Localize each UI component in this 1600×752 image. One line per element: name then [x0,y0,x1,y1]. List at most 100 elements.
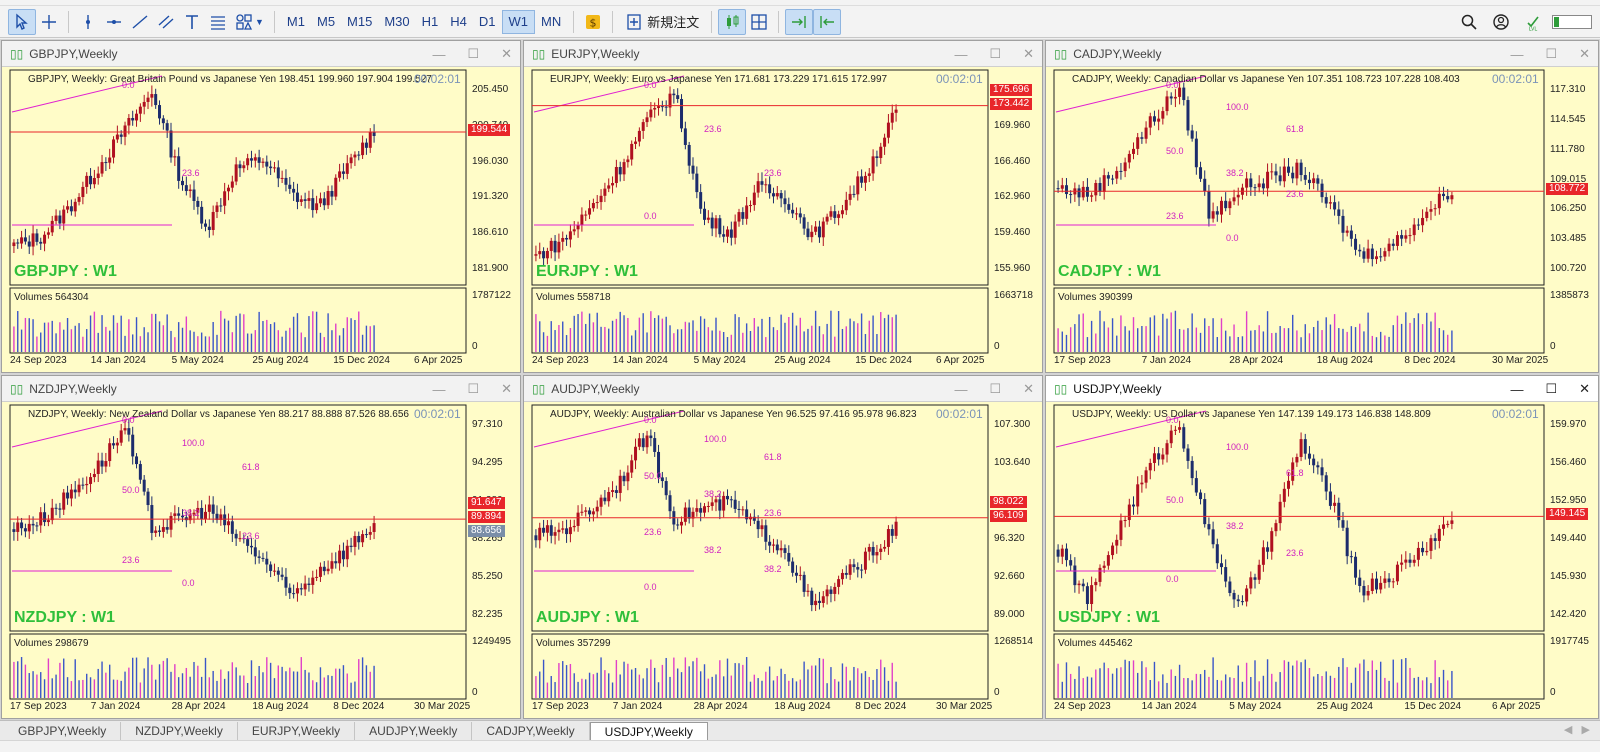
candle-body [714,218,718,229]
shapes-tool-icon[interactable]: ▼ [231,9,268,35]
candle-body [1328,491,1332,506]
fibonacci-tool-icon[interactable] [205,9,231,35]
vertical-line-tool-icon[interactable] [75,9,101,35]
window-title-bar[interactable]: ▯▯ AUDJPY,Weekly — ☐ ✕ [524,376,1042,402]
tile-windows-icon[interactable] [746,9,772,35]
candle-body [879,548,883,552]
window-title-bar[interactable]: ▯▯ GBPJPY,Weekly — ☐ ✕ [2,41,520,67]
tab-gbpjpy[interactable]: GBPJPY,Weekly [4,722,122,740]
candle-body [349,157,353,164]
minimize-icon[interactable]: — [432,382,445,397]
maximize-icon[interactable]: ☐ [989,46,1001,62]
timeframe-mn[interactable]: MN [535,10,567,34]
timeframe-m15[interactable]: M15 [341,10,378,34]
cursor-tool-icon[interactable] [8,8,36,35]
text-tool-icon[interactable] [179,9,205,35]
volume-axis-min: 0 [1550,341,1556,352]
timeframe-m5[interactable]: M5 [311,10,341,34]
minimize-icon[interactable]: — [1510,382,1523,397]
chart-window-cadjpy[interactable]: ▯▯ CADJPY,Weekly — ☐ ✕ CADJPY, Weekly: Canadi… [1045,40,1599,373]
candle-body [634,141,638,144]
candle-body [292,188,296,193]
candle-body [234,164,238,182]
candle-body [1362,585,1366,596]
timeframe-w1[interactable]: W1 [501,9,536,34]
maximize-icon[interactable]: ☐ [467,46,479,62]
candle-body [261,161,265,163]
price-axis-label: 94.295 [472,457,503,468]
price-chart[interactable]: NZDJPY, Weekly: New Zealand Dollar vs Ja… [2,403,520,718]
tab-usdjpy[interactable]: USDJPY,Weekly [589,722,708,740]
account-icon[interactable] [1488,9,1514,35]
candle-body [322,566,326,572]
dollar-icon[interactable]: $ [580,9,606,35]
timeframe-h1[interactable]: H1 [416,10,445,34]
trendline-tool-icon[interactable] [127,9,153,35]
candle-body [542,251,546,259]
close-icon[interactable]: ✕ [501,46,512,62]
minimize-icon[interactable]: — [432,47,445,62]
new-order-button[interactable]: 新規注文 [619,9,705,35]
minimize-icon[interactable]: — [1510,47,1523,62]
candle-body [733,221,737,238]
candle-body [584,510,588,512]
search-icon[interactable] [1456,9,1482,35]
minimize-icon[interactable]: — [954,47,967,62]
close-icon[interactable]: ✕ [501,381,512,397]
chart-window-audjpy[interactable]: ▯▯ AUDJPY,Weekly — ☐ ✕ AUDJPY, Weekly: Austra… [523,375,1043,719]
tab-nzdjpy[interactable]: NZDJPY,Weekly [121,722,238,740]
maximize-icon[interactable]: ☐ [1545,46,1557,62]
candle-body [165,527,169,530]
candle-body [20,522,24,529]
candle-body [829,211,833,217]
price-chart[interactable]: EURJPY, Weekly: Euro vs Japanese Yen 171… [524,68,1042,372]
candle-body [725,495,729,500]
candle-body [852,564,856,568]
maximize-icon[interactable]: ☐ [1545,381,1557,397]
candlestick-chart-icon[interactable] [718,8,747,35]
price-chart[interactable]: USDJPY, Weekly: US Dollar vs Japanese Ye… [1046,403,1598,718]
channel-tool-icon[interactable] [153,9,179,35]
chart-window-nzdjpy[interactable]: ▯▯ NZDJPY,Weekly — ☐ ✕ NZDJPY, Weekly: New Ze… [1,375,521,719]
candle-body [115,442,119,446]
candle-body [825,216,829,222]
candle-body [798,574,802,576]
candle-body [729,499,733,501]
window-title-bar[interactable]: ▯▯ EURJPY,Weekly — ☐ ✕ [524,41,1042,67]
timeframe-d1[interactable]: D1 [473,10,502,34]
maximize-icon[interactable]: ☐ [989,381,1001,397]
time-axis-label: 8 Dec 2024 [1404,355,1456,366]
chart-window-eurjpy[interactable]: ▯▯ EURJPY,Weekly — ☐ ✕ EURJPY, Weekly: Euro v… [523,40,1043,373]
horizontal-line-tool-icon[interactable] [101,9,127,35]
timeframe-h4[interactable]: H4 [444,10,473,34]
candle-body [879,146,883,159]
window-title-bar[interactable]: ▯▯ NZDJPY,Weekly — ☐ ✕ [2,376,520,402]
chart-window-gbpjpy[interactable]: ▯▯ GBPJPY,Weekly — ☐ ✕ GBPJPY, Weekly: Great … [1,40,521,373]
price-chart[interactable]: GBPJPY, Weekly: Great Britain Pound vs J… [2,68,520,372]
tab-eurjpy[interactable]: EURJPY,Weekly [238,722,356,740]
crosshair-tool-icon[interactable] [36,9,62,35]
price-chart[interactable]: AUDJPY, Weekly: Australian Dollar vs Jap… [524,403,1042,718]
price-tag: 149.145 [1546,508,1589,521]
window-title-bar[interactable]: ▯▯ USDJPY,Weekly — ☐ ✕ [1046,376,1598,402]
price-chart[interactable]: CADJPY, Weekly: Canadian Dollar vs Japan… [1046,68,1598,372]
bar-timer: 00:02:01 [1492,407,1539,421]
candle-body [368,131,372,148]
tab-cadjpy[interactable]: CADJPY,Weekly [472,722,590,740]
close-icon[interactable]: ✕ [1023,46,1034,62]
chart-shift-icon[interactable] [813,8,842,35]
symbol-timeframe-label: USDJPY : W1 [1058,609,1160,626]
maximize-icon[interactable]: ☐ [467,381,479,397]
close-icon[interactable]: ✕ [1579,381,1590,397]
candle-body [614,490,618,493]
close-icon[interactable]: ✕ [1579,46,1590,62]
timeframe-m30[interactable]: M30 [378,10,415,34]
autoscroll-icon[interactable] [785,8,814,35]
close-icon[interactable]: ✕ [1023,381,1034,397]
timeframe-m1[interactable]: M1 [281,10,311,34]
tab-audjpy[interactable]: AUDJPY,Weekly [355,722,473,740]
minimize-icon[interactable]: — [954,382,967,397]
window-title-bar[interactable]: ▯▯ CADJPY,Weekly — ☐ ✕ [1046,41,1598,67]
chart-window-usdjpy[interactable]: ▯▯ USDJPY,Weekly — ☐ ✕ USDJPY, Weekly: US Dol… [1045,375,1599,719]
tab-scroll-arrows[interactable]: ◀ ▶ [1564,723,1590,736]
